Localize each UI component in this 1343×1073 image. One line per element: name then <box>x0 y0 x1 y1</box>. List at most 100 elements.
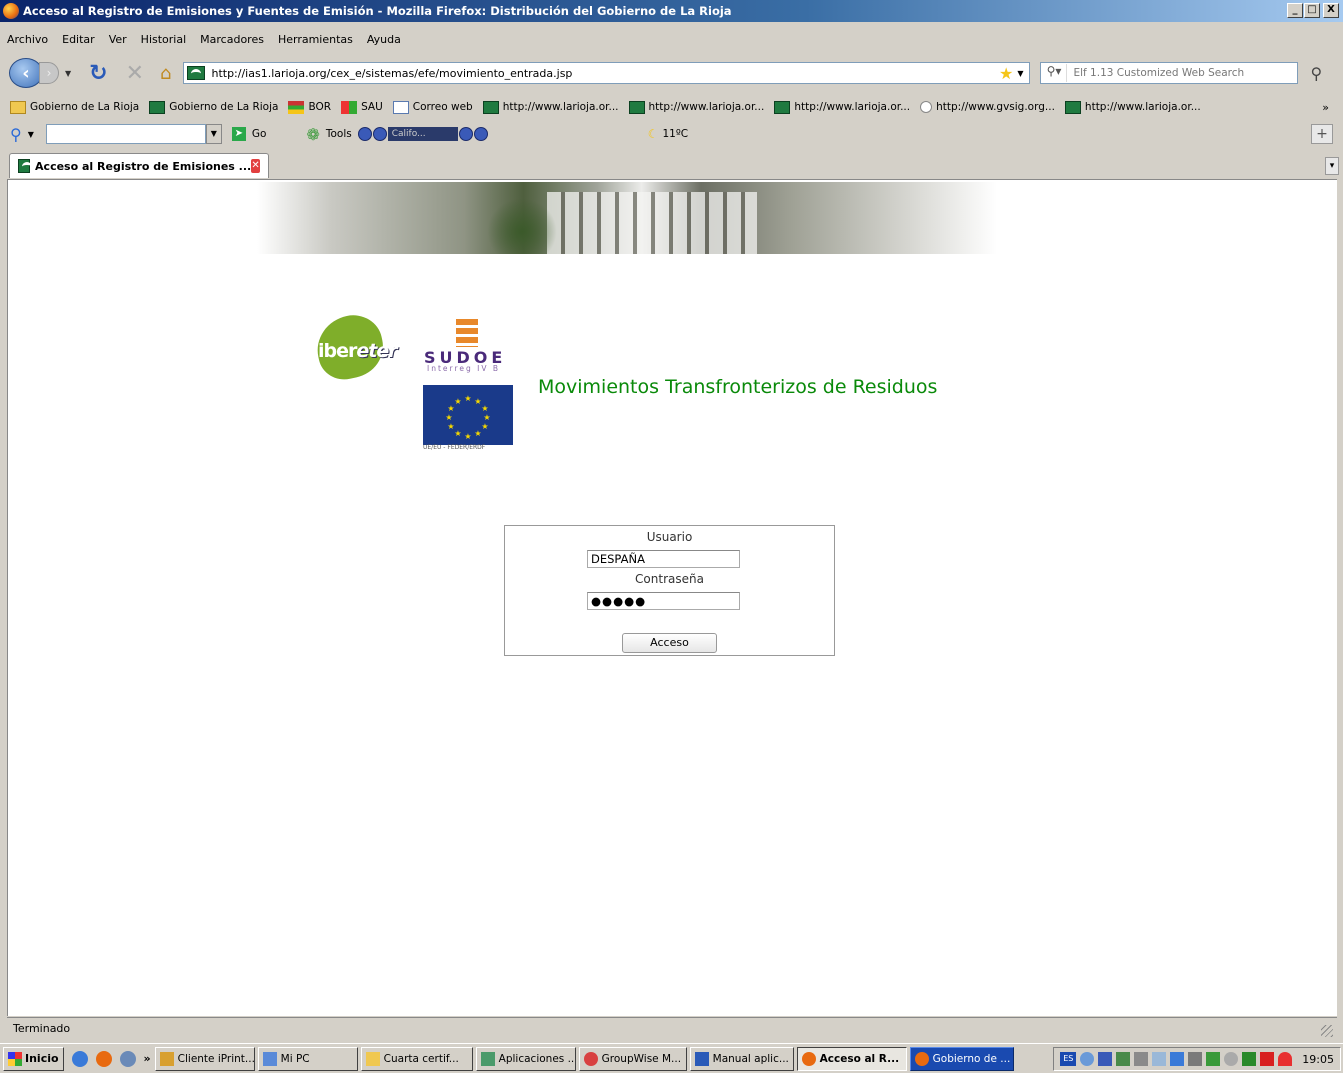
resize-grip-icon[interactable] <box>1321 1025 1333 1037</box>
my-computer-icon <box>262 1051 277 1066</box>
ie-icon[interactable] <box>71 1050 88 1067</box>
menu-archivo[interactable]: Archivo <box>0 33 55 46</box>
bookmark-item[interactable]: Gobierno de La Rioja <box>149 100 278 114</box>
bookmarks-toolbar: Gobierno de La Rioja Gobierno de La Rioj… <box>0 97 1343 117</box>
stop-icon[interactable]: ✕ <box>126 61 144 86</box>
tab-list-button[interactable]: ▾ <box>1325 157 1339 175</box>
tab-close-icon[interactable]: ✕ <box>251 159 260 173</box>
history-dropdown-icon[interactable]: ▼ <box>65 69 71 78</box>
search-magnifier-icon[interactable]: ⚲ <box>1310 64 1322 83</box>
bookmark-label: http://www.larioja.or... <box>794 101 911 113</box>
bookmarks-overflow-button[interactable]: » <box>1322 101 1329 114</box>
media-icon[interactable] <box>119 1050 136 1067</box>
firefox-icon <box>801 1051 816 1066</box>
taskbar-item[interactable]: Gobierno de ... <box>909 1046 1014 1071</box>
go-button[interactable]: Go <box>252 128 267 140</box>
taskbar-item[interactable]: Cliente iPrint... <box>154 1046 255 1071</box>
bookmark-item[interactable]: Gobierno de La Rioja <box>10 100 139 114</box>
bookmark-item[interactable]: http://www.larioja.or... <box>774 100 911 114</box>
menu-ayuda[interactable]: Ayuda <box>360 33 408 46</box>
mute-icon[interactable] <box>473 127 488 141</box>
menu-ver[interactable]: Ver <box>102 33 134 46</box>
taskbar-item[interactable]: Manual aplic... <box>689 1046 794 1071</box>
menu-editar[interactable]: Editar <box>55 33 102 46</box>
chevron-down-icon[interactable]: ▼ <box>28 130 34 139</box>
home-icon[interactable]: ⌂ <box>160 63 171 84</box>
bookmark-star-icon[interactable]: ★ <box>999 64 1013 83</box>
prev-icon[interactable] <box>357 127 372 141</box>
bookmark-item[interactable]: BOR <box>288 100 331 114</box>
shield-icon[interactable] <box>1098 1052 1113 1066</box>
tab-active[interactable]: Acceso al Registro de Emisiones ... ✕ <box>9 153 269 178</box>
tools-button[interactable]: Tools <box>326 128 352 140</box>
tools-gear-icon[interactable]: ❁ <box>306 125 319 144</box>
bookmark-item[interactable]: http://www.larioja.or... <box>482 100 619 114</box>
taskbar-item-label: GroupWise M... <box>601 1052 682 1065</box>
media-player-controls[interactable]: Califo... <box>357 127 488 141</box>
close-button[interactable]: X <box>1323 3 1339 18</box>
menu-historial[interactable]: Historial <box>134 33 193 46</box>
volume-icon[interactable] <box>458 127 473 141</box>
taskbar-item-label: Acceso al R... <box>819 1052 900 1065</box>
taskbar-item-active[interactable]: Acceso al R... <box>796 1046 907 1071</box>
forward-button[interactable]: › <box>39 62 59 84</box>
url-text[interactable]: http://ias1.larioja.org/cex_e/sistemas/e… <box>211 67 572 80</box>
help-icon[interactable] <box>1278 1052 1293 1066</box>
tab-title[interactable]: Acceso al Registro de Emisiones ... <box>35 160 251 173</box>
add-toolbar-button[interactable]: + <box>1311 124 1333 144</box>
language-indicator[interactable]: ES <box>1060 1052 1077 1066</box>
go-arrow-icon[interactable]: ➤ <box>231 127 246 141</box>
usb-icon[interactable] <box>1152 1052 1167 1066</box>
site-icon <box>482 100 499 114</box>
taskbar-item[interactable]: Cuarta certif... <box>360 1046 473 1071</box>
disabled-icon[interactable] <box>1224 1052 1239 1066</box>
speaker-icon[interactable] <box>1170 1052 1185 1066</box>
search-icon[interactable]: ⚲ <box>10 125 22 144</box>
reload-icon[interactable]: ↻ <box>89 61 107 86</box>
taskbar-item[interactable]: GroupWise M... <box>578 1046 687 1071</box>
folder-icon <box>365 1051 380 1066</box>
site-identity-icon[interactable] <box>187 66 206 80</box>
bookmark-label: http://www.larioja.or... <box>1084 101 1201 113</box>
menu-marcadores[interactable]: Marcadores <box>193 33 271 46</box>
maximize-button[interactable]: □ <box>1304 3 1320 18</box>
next-icon[interactable] <box>372 127 387 141</box>
ibereter-logo-text: ibereter <box>318 340 398 362</box>
back-button[interactable]: ‹ <box>9 58 43 88</box>
sync-icon[interactable] <box>1116 1052 1131 1066</box>
update-icon[interactable] <box>1206 1052 1221 1066</box>
norton-icon[interactable] <box>1260 1052 1275 1066</box>
username-input[interactable]: DESPAÑA <box>587 550 740 568</box>
quick-launch-overflow[interactable]: » <box>144 1052 151 1065</box>
firefox-quicklaunch-icon[interactable] <box>95 1050 112 1067</box>
bookmark-item[interactable]: SAU <box>341 100 383 114</box>
login-form: Usuario DESPAÑA Contraseña ●●●●● Acceso <box>504 525 835 656</box>
taskbar-item[interactable]: Mi PC <box>257 1046 358 1071</box>
apps-icon <box>480 1051 495 1066</box>
search-engine-icon[interactable]: ⚲▾ <box>1041 64 1068 82</box>
start-button[interactable]: Inicio <box>3 1046 64 1071</box>
url-history-dropdown-icon[interactable]: ▼ <box>1017 69 1023 78</box>
computer-icon[interactable] <box>1188 1052 1203 1066</box>
toolbar-search-input[interactable] <box>45 124 206 144</box>
network-icon[interactable] <box>1080 1052 1095 1066</box>
password-input[interactable]: ●●●●● <box>587 592 740 610</box>
search-box[interactable]: ⚲▾ Elf 1.13 Customized Web Search <box>1040 62 1299 84</box>
bookmark-item[interactable]: http://www.larioja.or... <box>628 100 764 114</box>
bookmark-item[interactable]: http://www.larioja.or... <box>1064 100 1201 114</box>
monitor-icon[interactable] <box>1134 1052 1149 1066</box>
vc-icon[interactable] <box>1242 1052 1257 1066</box>
bookmark-item[interactable]: Correo web <box>392 100 473 114</box>
url-bar[interactable]: http://ias1.larioja.org/cex_e/sistemas/e… <box>183 62 1031 84</box>
minimize-button[interactable]: _ <box>1287 3 1303 18</box>
taskbar-item[interactable]: Aplicaciones ... <box>475 1046 576 1071</box>
sudoe-logo-mark <box>456 319 478 347</box>
menu-herramientas[interactable]: Herramientas <box>271 33 360 46</box>
taskbar-item-label: Manual aplic... <box>712 1052 789 1065</box>
station-label[interactable]: Califo... <box>387 127 458 141</box>
combo-dropdown-button[interactable]: ▼ <box>205 124 222 144</box>
login-button[interactable]: Acceso <box>622 633 717 653</box>
bookmark-item[interactable]: http://www.gvsig.org... <box>920 101 1055 113</box>
weather-widget[interactable]: ☾ 11ºC <box>648 127 688 141</box>
window-titlebar[interactable]: Acceso al Registro de Emisiones y Fuente… <box>0 0 1343 22</box>
